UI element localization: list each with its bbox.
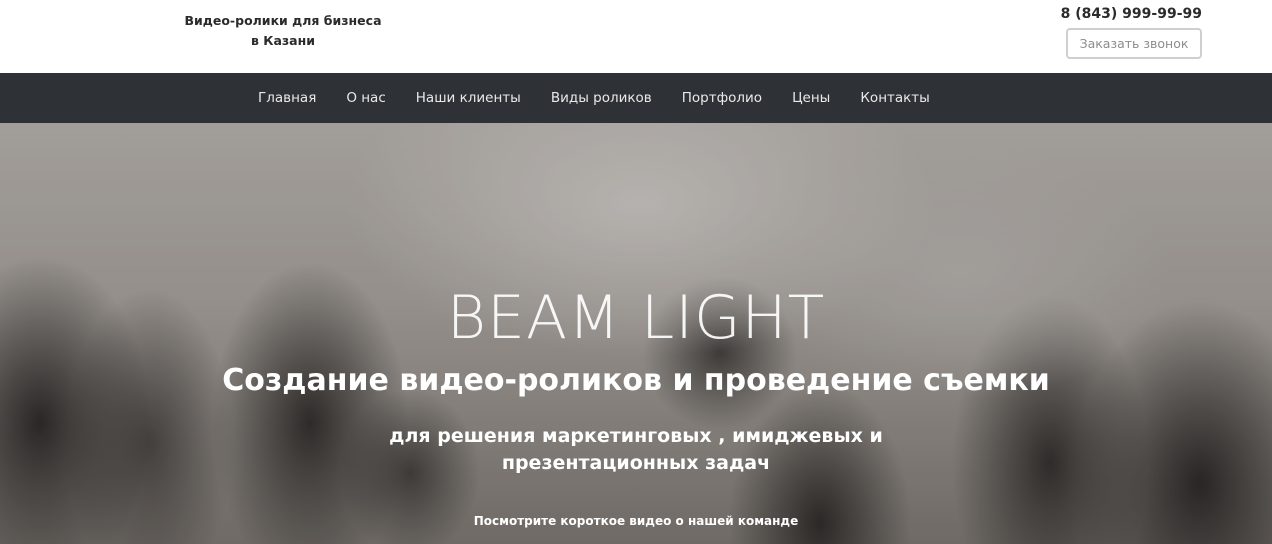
brand-title: BEAM LIGHT	[446, 283, 826, 353]
nav-item-clients[interactable]: Наши клиенты	[401, 90, 536, 106]
team-video-link[interactable]: Посмотрите короткое видео о нашей команд…	[0, 514, 1272, 528]
hero-subheadline: для решения маркетинговых , имиджевых и …	[0, 423, 1272, 477]
hero-section: BEAM LIGHT Создание видео-роликов и пров…	[0, 123, 1272, 544]
nav-item-video-types[interactable]: Виды роликов	[536, 90, 667, 106]
hero-headline: Создание видео-роликов и проведение съем…	[222, 363, 1050, 398]
request-call-button[interactable]: Заказать звонок	[1066, 28, 1202, 59]
phone-number[interactable]: 8 (843) 999-99-99	[1061, 6, 1202, 22]
nav-item-home[interactable]: Главная	[243, 90, 331, 106]
tagline-line-1: Видео-ролики для бизнеса	[184, 13, 382, 28]
subheadline-line-2: презентационных задач	[501, 452, 771, 474]
subheadline-line-1: для решения маркетинговых , имиджевых и	[389, 425, 883, 447]
top-bar: Видео-ролики для бизнеса в Казани 8 (843…	[0, 0, 1272, 73]
tagline-line-2: в Казани	[250, 33, 315, 48]
site-tagline: Видео-ролики для бизнеса в Казани	[183, 11, 383, 51]
nav-item-contacts[interactable]: Контакты	[845, 90, 944, 106]
nav-item-about[interactable]: О нас	[331, 90, 400, 106]
main-navigation: Главная О нас Наши клиенты Виды роликов …	[0, 73, 1272, 123]
nav-item-portfolio[interactable]: Портфолио	[667, 90, 777, 106]
nav-menu: Главная О нас Наши клиенты Виды роликов …	[243, 73, 945, 123]
nav-item-prices[interactable]: Цены	[777, 90, 845, 106]
